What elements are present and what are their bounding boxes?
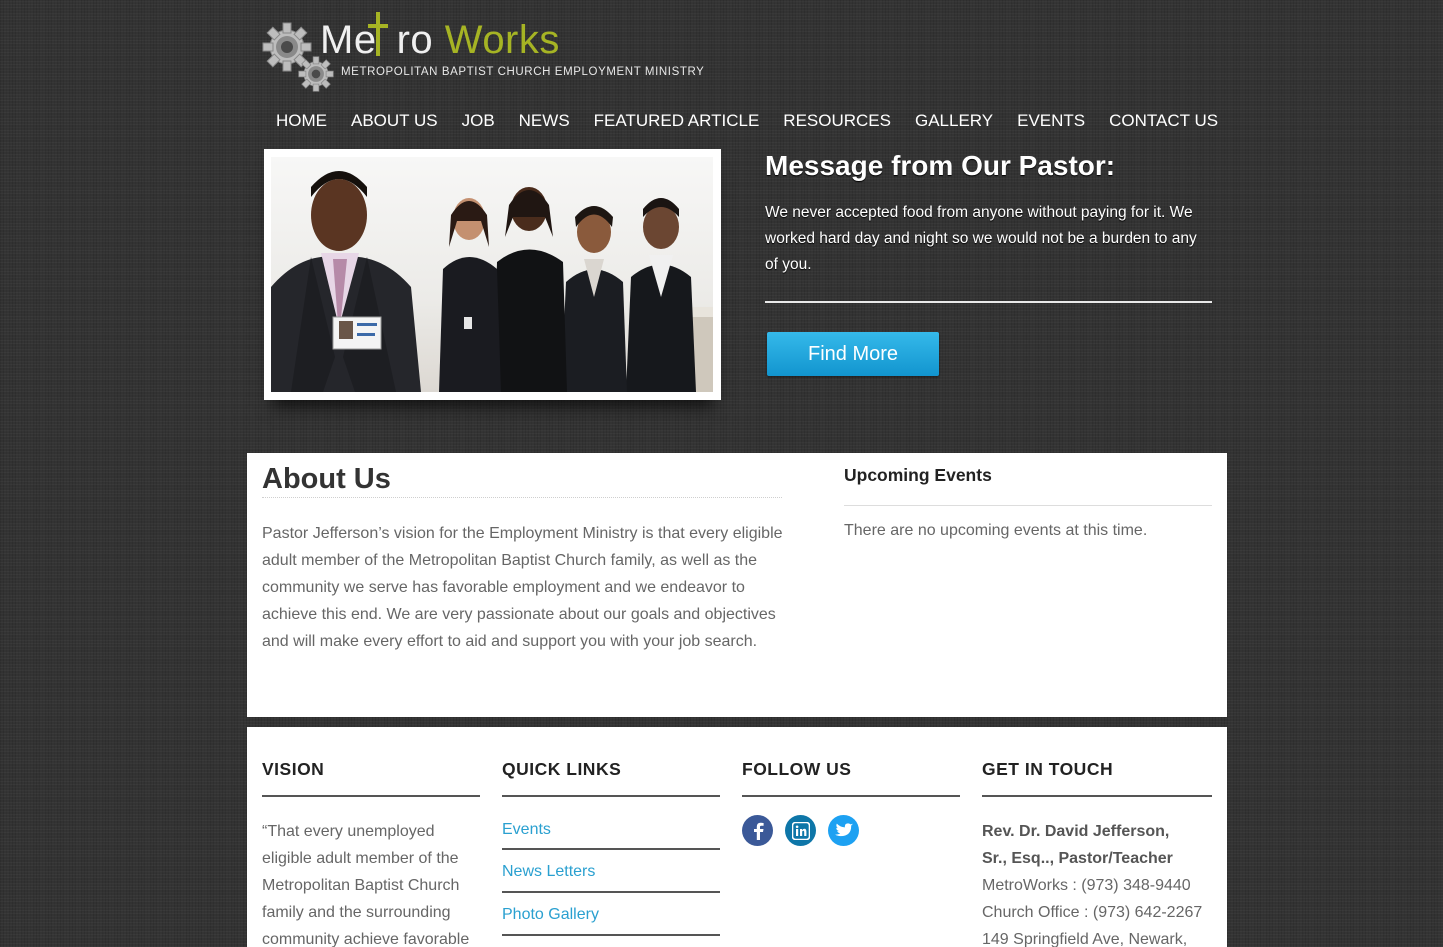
logo-title: Me ro Works xyxy=(320,18,560,62)
footer-follow-us: FOLLOW US xyxy=(742,759,960,846)
facebook-icon[interactable] xyxy=(742,815,773,846)
logo-title-ro: ro xyxy=(396,18,434,62)
upcoming-events-empty: There are no upcoming events at this tim… xyxy=(844,522,1148,539)
nav-home[interactable]: HOME xyxy=(265,110,339,132)
nav-gallery[interactable]: GALLERY xyxy=(903,110,1005,132)
follow-us-heading: FOLLOW US xyxy=(742,759,960,797)
hero-photo xyxy=(271,157,713,392)
contact-metroworks-phone: MetroWorks : (973) 348-9440 xyxy=(982,877,1191,894)
logo-subtitle: METROPOLITAN BAPTIST CHURCH EMPLOYMENT M… xyxy=(341,66,705,78)
footer-panel: VISION “That every unemployed eligible a… xyxy=(247,727,1227,947)
vision-text: “That every unemployed eligible adult me… xyxy=(262,823,470,947)
nav-resources[interactable]: RESOURCES xyxy=(771,110,903,132)
nav-about-us[interactable]: ABOUT US xyxy=(339,110,450,132)
events-divider xyxy=(844,505,1212,506)
contact-name-line1: Rev. Dr. David Jefferson, xyxy=(982,823,1170,840)
nav-contact-us[interactable]: CONTACT US xyxy=(1097,110,1230,132)
main-nav: HOME ABOUT US JOB NEWS FEATURED ARTICLE … xyxy=(265,110,1230,132)
pastor-message-title: Message from Our Pastor: xyxy=(765,150,1116,181)
contact-church-phone: Church Office : (973) 642-2267 xyxy=(982,904,1203,921)
contact-details: Rev. Dr. David Jefferson, Sr., Esq.., Pa… xyxy=(982,818,1212,947)
quick-link-photo-gallery[interactable]: Photo Gallery xyxy=(502,893,720,936)
quick-link-events[interactable]: Events xyxy=(502,797,720,850)
get-in-touch-heading: GET IN TOUCH xyxy=(982,759,1212,797)
linkedin-icon[interactable] xyxy=(785,815,816,846)
hero-divider xyxy=(765,301,1212,303)
pastor-message: Message from Our Pastor: We never accept… xyxy=(765,148,1212,376)
twitter-icon[interactable] xyxy=(828,815,859,846)
nav-job[interactable]: JOB xyxy=(450,110,507,132)
nav-news[interactable]: NEWS xyxy=(507,110,582,132)
social-icons xyxy=(742,815,960,846)
about-title: About Us xyxy=(262,463,782,498)
logo-title-works: Works xyxy=(444,18,560,62)
footer-get-in-touch: GET IN TOUCH Rev. Dr. David Jefferson, S… xyxy=(982,759,1212,947)
footer-vision: VISION “That every unemployed eligible a… xyxy=(262,759,480,947)
quick-links-list: Events News Letters Photo Gallery xyxy=(502,797,720,936)
quick-links-heading: QUICK LINKS xyxy=(502,759,720,797)
vision-heading: VISION xyxy=(262,759,480,797)
site-logo[interactable]: Me ro Works METROPOLITAN BAPTIST CHURCH E… xyxy=(262,12,732,98)
cross-icon xyxy=(368,12,388,56)
about-body: Pastor Jefferson’s vision for the Employ… xyxy=(262,525,783,650)
nav-events[interactable]: EVENTS xyxy=(1005,110,1097,132)
about-panel: About Us Pastor Jefferson’s vision for t… xyxy=(247,453,1227,717)
find-more-button[interactable]: Find More xyxy=(767,332,939,376)
pastor-message-quote: We never accepted food from anyone witho… xyxy=(765,204,1197,273)
nav-featured-article[interactable]: FEATURED ARTICLE xyxy=(582,110,772,132)
contact-address: 149 Springfield Ave, Newark, xyxy=(982,931,1188,947)
business-people-illustration xyxy=(271,171,713,392)
hero-image-frame xyxy=(264,149,721,400)
footer-quick-links: QUICK LINKS Events News Letters Photo Ga… xyxy=(502,759,720,936)
contact-name-line2: Sr., Esq.., Pastor/Teacher xyxy=(982,850,1173,867)
upcoming-events-title: Upcoming Events xyxy=(844,465,992,485)
quick-link-news-letters[interactable]: News Letters xyxy=(502,850,720,893)
